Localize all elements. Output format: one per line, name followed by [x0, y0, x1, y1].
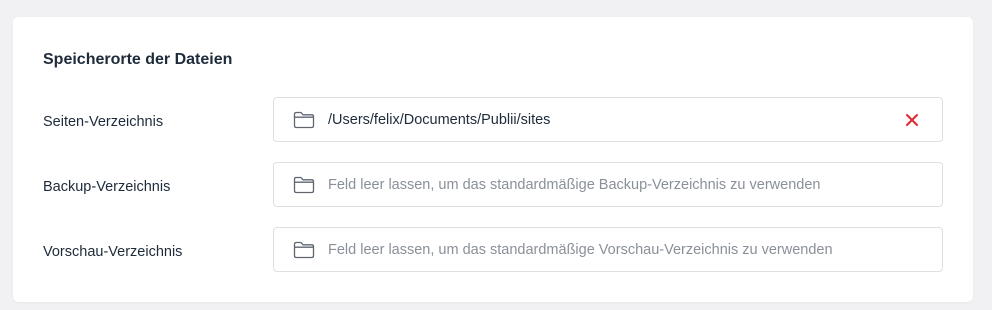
section-title: Speicherorte der Dateien [43, 51, 233, 68]
site-directory-field[interactable]: /Users/felix/Documents/Publii/sites [273, 97, 943, 142]
label-site-directory: Seiten-Verzeichnis [43, 114, 164, 130]
backup-directory-placeholder[interactable]: Feld leer lassen, um das standardmäßige … [328, 175, 820, 195]
preview-directory-field[interactable]: Feld leer lassen, um das standardmäßige … [273, 227, 943, 272]
folder-icon[interactable] [293, 111, 315, 129]
settings-card: Speicherorte der Dateien Seiten-Verzeich… [13, 17, 973, 302]
backup-directory-field[interactable]: Feld leer lassen, um das standardmäßige … [273, 162, 943, 207]
folder-icon[interactable] [293, 176, 315, 194]
close-icon[interactable] [904, 112, 920, 128]
folder-icon[interactable] [293, 241, 315, 259]
label-preview-directory: Vorschau-Verzeichnis [43, 244, 183, 260]
label-backup-directory: Backup-Verzeichnis [43, 179, 171, 195]
preview-directory-placeholder[interactable]: Feld leer lassen, um das standardmäßige … [328, 240, 833, 260]
site-directory-value[interactable]: /Users/felix/Documents/Publii/sites [328, 110, 550, 130]
